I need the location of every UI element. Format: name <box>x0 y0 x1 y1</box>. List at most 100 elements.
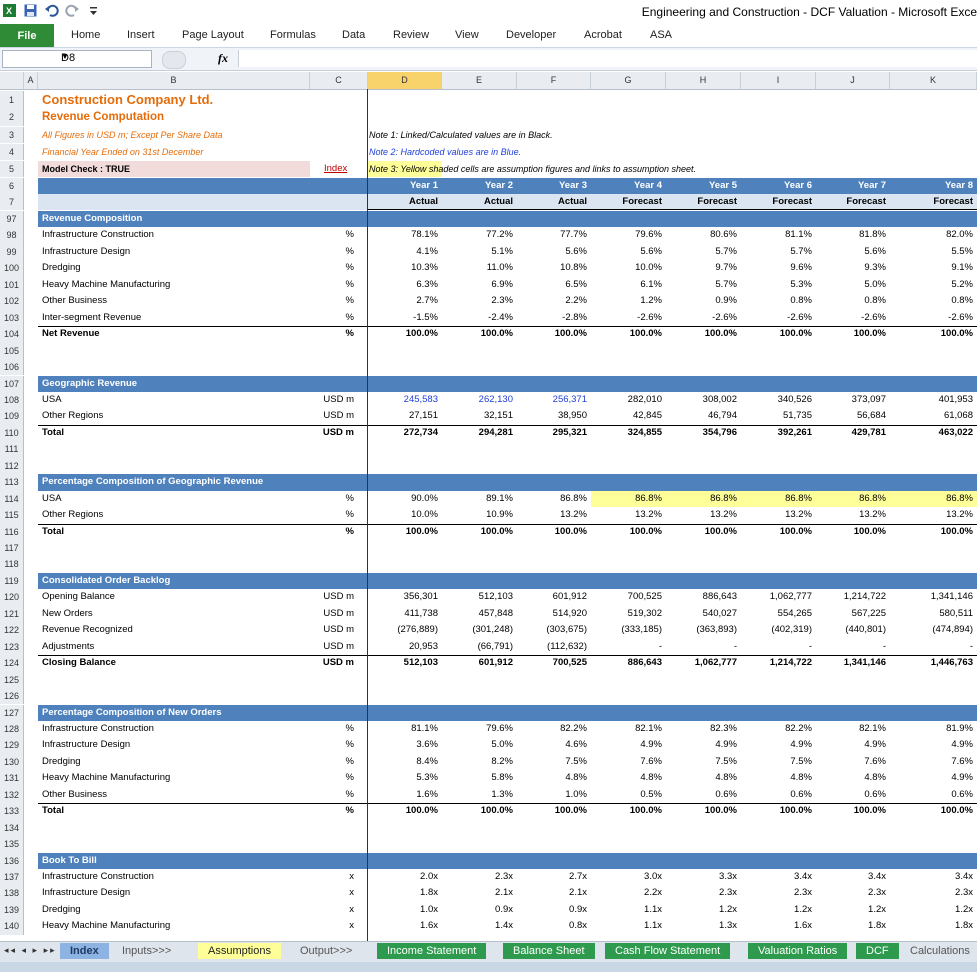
column-header-h[interactable]: H <box>666 72 741 89</box>
tab-asa[interactable]: ASA <box>650 29 672 41</box>
value-cell[interactable]: 1.1x <box>591 902 666 918</box>
value-cell[interactable]: 2.0x <box>368 869 442 885</box>
value-cell[interactable]: 0.9x <box>517 902 591 918</box>
sheet-tab-index[interactable]: Index <box>60 943 109 959</box>
value-cell[interactable]: -2.6% <box>591 310 666 326</box>
value-cell[interactable]: 3.4x <box>741 869 816 885</box>
value-cell[interactable]: - <box>741 639 816 655</box>
value-cell[interactable]: 2.1x <box>442 885 517 901</box>
value-cell[interactable]: 100.0% <box>442 803 517 819</box>
row-number[interactable]: 129 <box>0 737 24 754</box>
value-cell[interactable]: - <box>816 639 890 655</box>
value-cell[interactable]: 457,848 <box>442 606 517 622</box>
value-cell[interactable]: 4.9% <box>890 770 977 786</box>
value-cell[interactable]: 10.9% <box>442 507 517 523</box>
value-cell[interactable]: 5.7% <box>666 277 741 293</box>
sheet-tab-balance-sheet[interactable]: Balance Sheet <box>503 943 595 959</box>
row-number[interactable]: 125 <box>0 671 24 689</box>
row-number[interactable]: 100 <box>0 260 24 277</box>
value-cell[interactable]: 373,097 <box>816 392 890 408</box>
tab-acrobat[interactable]: Acrobat <box>584 29 622 41</box>
row-number[interactable]: 121 <box>0 605 24 623</box>
value-cell[interactable]: 392,261 <box>741 425 816 441</box>
customize-toolbar-icon[interactable] <box>86 3 101 18</box>
value-cell[interactable]: 100.0% <box>442 326 517 342</box>
value-cell[interactable]: 10.0% <box>591 260 666 276</box>
column-header-j[interactable]: J <box>816 72 890 89</box>
value-cell[interactable]: 81.9% <box>890 721 977 737</box>
value-cell[interactable]: 512,103 <box>368 655 442 671</box>
row-number[interactable]: 106 <box>0 359 24 376</box>
value-cell[interactable]: 7.6% <box>591 754 666 770</box>
value-cell[interactable]: 1,062,777 <box>741 589 816 605</box>
value-cell[interactable]: 79.6% <box>591 227 666 243</box>
row-number[interactable]: 139 <box>0 901 24 919</box>
row-number[interactable]: 132 <box>0 786 24 804</box>
value-cell[interactable]: 4.9% <box>890 737 977 753</box>
value-cell[interactable]: 100.0% <box>816 803 890 819</box>
value-cell[interactable]: 13.2% <box>591 507 666 523</box>
row-number[interactable]: 137 <box>0 869 24 886</box>
row-number[interactable]: 113 <box>0 474 24 491</box>
value-cell[interactable]: 100.0% <box>591 524 666 540</box>
value-cell[interactable]: 100.0% <box>666 326 741 342</box>
value-cell[interactable]: 0.8% <box>816 293 890 309</box>
row-number[interactable]: 131 <box>0 770 24 787</box>
tab-developer[interactable]: Developer <box>506 29 556 41</box>
value-cell[interactable]: (333,185) <box>591 622 666 638</box>
value-cell[interactable]: 5.6% <box>591 244 666 260</box>
value-cell[interactable]: 100.0% <box>890 803 977 819</box>
value-cell[interactable]: 7.5% <box>517 754 591 770</box>
sheet-tab-inputs[interactable]: Inputs>>> <box>112 943 181 959</box>
value-cell[interactable]: 3.4x <box>816 869 890 885</box>
value-cell[interactable]: 100.0% <box>517 326 591 342</box>
row-number[interactable]: 104 <box>0 326 24 343</box>
row-number[interactable]: 122 <box>0 622 24 639</box>
row-number[interactable]: 126 <box>0 688 24 705</box>
value-cell[interactable]: 0.6% <box>666 787 741 803</box>
value-cell[interactable]: 20,953 <box>368 639 442 655</box>
formula-controls[interactable] <box>162 51 186 69</box>
value-cell[interactable]: -2.6% <box>890 310 977 326</box>
value-cell[interactable]: 514,920 <box>517 606 591 622</box>
value-cell[interactable]: 1.8x <box>890 918 977 934</box>
row-number[interactable]: 117 <box>0 540 24 557</box>
worksheet-grid[interactable]: 1 Construction Company Ltd. 2 Revenue Co… <box>0 89 977 941</box>
value-cell[interactable]: 100.0% <box>368 326 442 342</box>
value-cell[interactable]: 4.9% <box>816 737 890 753</box>
value-cell[interactable]: 2.3x <box>816 885 890 901</box>
row-number[interactable]: 130 <box>0 753 24 771</box>
row-number[interactable]: 98 <box>0 227 24 244</box>
value-cell[interactable]: 1,214,722 <box>816 589 890 605</box>
value-cell[interactable]: 5.7% <box>741 244 816 260</box>
column-header-b[interactable]: B <box>38 72 310 89</box>
value-cell[interactable]: 100.0% <box>741 524 816 540</box>
value-cell[interactable]: 13.2% <box>517 507 591 523</box>
column-header-i[interactable]: I <box>741 72 816 89</box>
select-all-corner[interactable] <box>0 72 24 89</box>
value-cell[interactable]: 2.2x <box>591 885 666 901</box>
row-number[interactable]: 138 <box>0 885 24 902</box>
value-cell[interactable]: 601,912 <box>517 589 591 605</box>
value-cell[interactable]: 1,214,722 <box>741 655 816 671</box>
value-cell[interactable]: (112,632) <box>517 639 591 655</box>
value-cell[interactable]: 7.5% <box>666 754 741 770</box>
row-number[interactable]: 127 <box>0 704 24 721</box>
value-cell[interactable]: 294,281 <box>442 425 517 441</box>
row-number[interactable]: 99 <box>0 243 24 261</box>
value-cell[interactable]: 82.1% <box>591 721 666 737</box>
row-number[interactable]: 123 <box>0 638 24 656</box>
column-header-a[interactable]: A <box>24 72 38 89</box>
value-cell[interactable]: 1,341,146 <box>890 589 977 605</box>
row-number[interactable]: 115 <box>0 507 24 524</box>
value-cell[interactable]: 8.4% <box>368 754 442 770</box>
value-cell[interactable]: 1.2x <box>816 902 890 918</box>
value-cell[interactable]: 4.8% <box>591 770 666 786</box>
value-cell[interactable]: 340,526 <box>741 392 816 408</box>
value-cell[interactable]: 82.1% <box>816 721 890 737</box>
sheet-tab-cash-flow-statement[interactable]: Cash Flow Statement <box>605 943 731 959</box>
value-cell[interactable]: 42,845 <box>591 408 666 424</box>
tab-review[interactable]: Review <box>393 29 429 41</box>
value-cell[interactable]: 1.1x <box>591 918 666 934</box>
value-cell[interactable]: 79.6% <box>442 721 517 737</box>
